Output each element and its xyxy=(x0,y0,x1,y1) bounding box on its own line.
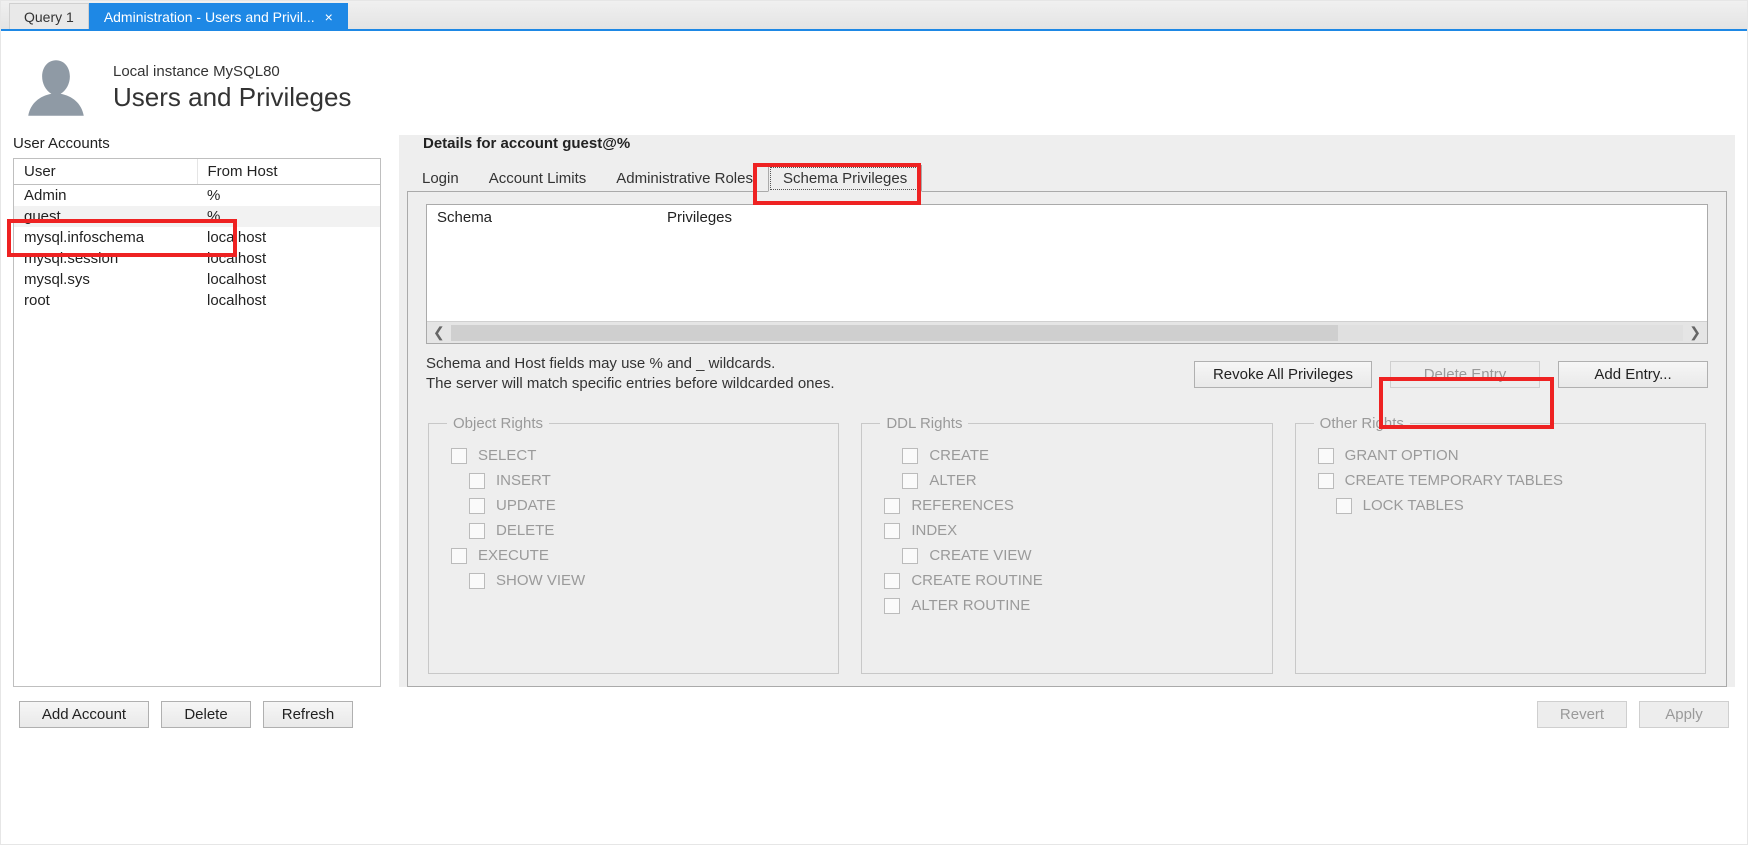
other-rights-group: Other Rights GRANT OPTION CREATE TEMPORA… xyxy=(1295,415,1706,675)
user-row: mysql.infoschemalocalhost xyxy=(14,227,380,248)
user-accounts-list[interactable]: User From Host Admin% guest% mysql.infos… xyxy=(13,158,381,687)
details-tabs: Login Account Limits Administrative Role… xyxy=(399,160,1735,192)
user-row: guest% xyxy=(14,206,380,227)
tab-login[interactable]: Login xyxy=(407,165,474,192)
chk-execute[interactable] xyxy=(451,548,467,564)
page-header: Local instance MySQL80 Users and Privile… xyxy=(1,31,1747,135)
bottom-button-bar: Add Account Delete Refresh Revert Apply xyxy=(1,687,1747,728)
chk-create-temp-tables[interactable] xyxy=(1318,473,1334,489)
chk-alter-routine[interactable] xyxy=(884,598,900,614)
tab-administrative-roles[interactable]: Administrative Roles xyxy=(601,165,768,192)
tab-account-limits[interactable]: Account Limits xyxy=(474,165,602,192)
revert-button[interactable]: Revert xyxy=(1537,701,1627,728)
horizontal-scrollbar[interactable]: ❮ ❯ xyxy=(427,321,1707,343)
ddl-rights-legend: DDL Rights xyxy=(880,415,968,432)
chk-alter[interactable] xyxy=(902,473,918,489)
tab-administration-users[interactable]: Administration - Users and Privil... × xyxy=(89,3,348,29)
chk-show-view[interactable] xyxy=(469,573,485,589)
tab-query-1[interactable]: Query 1 xyxy=(9,3,89,29)
wildcard-help-text: Schema and Host fields may use % and _ w… xyxy=(426,354,835,395)
col-header-schema[interactable]: Schema xyxy=(427,205,657,230)
ddl-rights-group: DDL Rights CREATE ALTER REFERENCES INDEX… xyxy=(861,415,1272,675)
tab-label: Administration - Users and Privil... xyxy=(104,9,315,25)
scroll-right-icon[interactable]: ❯ xyxy=(1689,324,1701,341)
delete-account-button[interactable]: Delete xyxy=(161,701,251,728)
delete-entry-button[interactable]: Delete Entry xyxy=(1390,361,1540,388)
object-rights-legend: Object Rights xyxy=(447,415,549,432)
user-accounts-label: User Accounts xyxy=(13,135,381,152)
add-account-button[interactable]: Add Account xyxy=(19,701,149,728)
col-header-host[interactable]: From Host xyxy=(197,159,380,185)
details-title: Details for account guest@% xyxy=(399,135,1735,160)
close-icon[interactable]: × xyxy=(325,9,333,25)
refresh-button[interactable]: Refresh xyxy=(263,701,353,728)
other-rights-legend: Other Rights xyxy=(1314,415,1410,432)
apply-button[interactable]: Apply xyxy=(1639,701,1729,728)
chk-create[interactable] xyxy=(902,448,918,464)
user-row: Admin% xyxy=(14,185,380,207)
chk-create-routine[interactable] xyxy=(884,573,900,589)
scroll-left-icon[interactable]: ❮ xyxy=(433,324,445,341)
chk-update[interactable] xyxy=(469,498,485,514)
chk-references[interactable] xyxy=(884,498,900,514)
details-panel: Details for account guest@% Login Accoun… xyxy=(399,135,1735,687)
add-entry-button[interactable]: Add Entry... xyxy=(1558,361,1708,388)
schema-privileges-grid[interactable]: Schema Privileges ❮ ❯ xyxy=(426,204,1708,344)
user-row: mysql.syslocalhost xyxy=(14,269,380,290)
user-accounts-panel: User Accounts User From Host Admin% gues… xyxy=(13,135,381,687)
chk-delete[interactable] xyxy=(469,523,485,539)
chk-insert[interactable] xyxy=(469,473,485,489)
page-title: Users and Privileges xyxy=(113,82,351,113)
chk-lock-tables[interactable] xyxy=(1336,498,1352,514)
col-header-privileges[interactable]: Privileges xyxy=(657,205,742,230)
chk-select[interactable] xyxy=(451,448,467,464)
user-row: mysql.sessionlocalhost xyxy=(14,248,380,269)
chk-grant-option[interactable] xyxy=(1318,448,1334,464)
col-header-user[interactable]: User xyxy=(14,159,197,185)
tab-label: Query 1 xyxy=(24,9,74,25)
chk-index[interactable] xyxy=(884,523,900,539)
chk-create-view[interactable] xyxy=(902,548,918,564)
instance-name: Local instance MySQL80 xyxy=(113,63,351,80)
user-silhouette-icon xyxy=(19,51,93,125)
tab-schema-privileges[interactable]: Schema Privileges xyxy=(768,165,922,192)
object-rights-group: Object Rights SELECT INSERT UPDATE DELET… xyxy=(428,415,839,675)
schema-grid-body[interactable] xyxy=(427,230,1707,321)
user-row: rootlocalhost xyxy=(14,290,380,311)
revoke-all-button[interactable]: Revoke All Privileges xyxy=(1194,361,1372,388)
document-tabs-row: Query 1 Administration - Users and Privi… xyxy=(1,1,1747,31)
